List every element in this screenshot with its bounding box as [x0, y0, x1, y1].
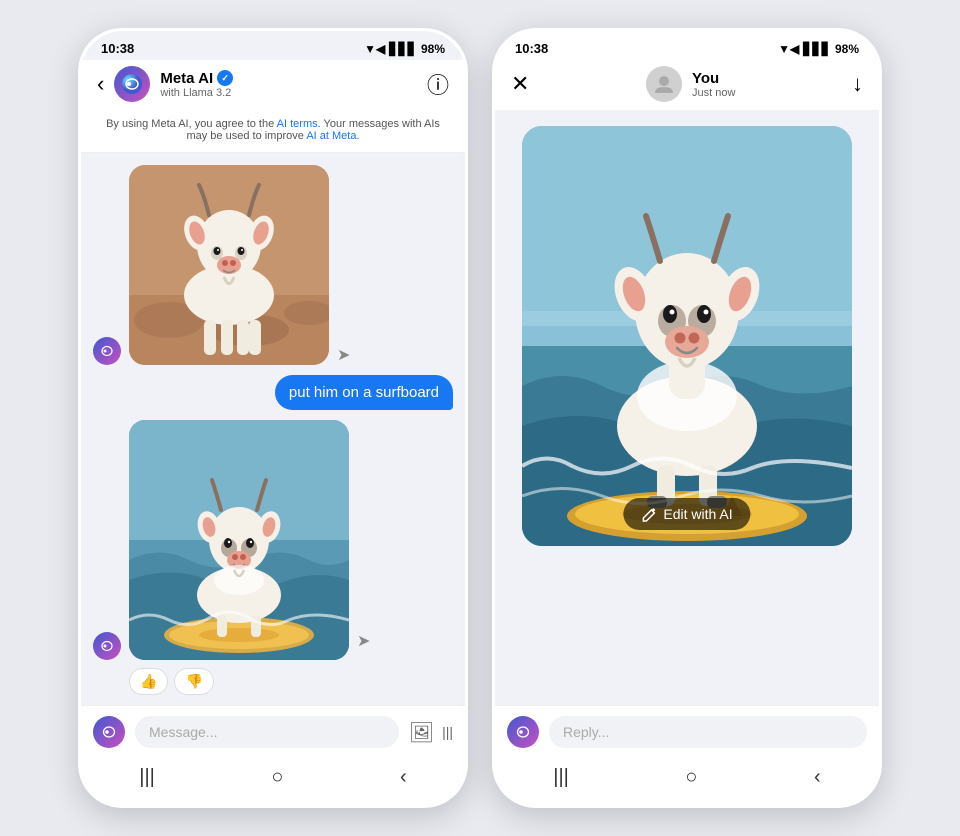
chat-title-1: Meta AI ✓	[160, 70, 233, 87]
status-bar-1: 10:38 ▼◀ ▋▋▋ 98%	[81, 31, 465, 60]
user-bubble: put him on a surfboard	[275, 375, 453, 410]
download-button[interactable]: ↓	[852, 71, 863, 97]
user-avatar	[646, 66, 682, 102]
chat-subtitle-1: with Llama 3.2	[160, 87, 233, 99]
back-nav-icon-2[interactable]: ‹	[814, 766, 821, 789]
input-avatar-2	[507, 716, 539, 748]
ai-message-2-row: 👍 👎 ➤	[93, 420, 453, 695]
chat-area-1: ➤ put him on a surfboard	[81, 153, 465, 705]
edit-ai-button[interactable]: Edit with AI	[623, 498, 750, 530]
image-input-icon[interactable]: 🖼	[409, 720, 434, 745]
signal-icon: ▼◀	[364, 42, 385, 56]
status-bar-2: 10:38 ▼◀ ▋▋▋ 98%	[495, 31, 879, 60]
home-nav-icon-2[interactable]: ○	[685, 766, 697, 789]
message-input[interactable]: Message...	[135, 716, 399, 748]
menu-nav-icon-2[interactable]: |||	[553, 766, 569, 789]
bottom-nav-1: ||| ○ ‹	[81, 758, 465, 805]
chat-title-2: You	[692, 70, 735, 87]
signal-icon-2: ▼◀	[778, 42, 799, 56]
close-button[interactable]: ✕	[511, 71, 529, 97]
image-view-area: Edit with AI	[495, 110, 879, 705]
time-2: 10:38	[515, 41, 548, 56]
meta-link[interactable]: AI at Meta	[306, 130, 356, 142]
back-nav-icon[interactable]: ‹	[400, 766, 407, 789]
home-nav-icon[interactable]: ○	[271, 766, 283, 789]
chat-subtitle-2: Just now	[692, 87, 735, 99]
wifi-bars-2: ▋▋▋	[803, 42, 831, 56]
goat-surfboard-image-small[interactable]	[129, 420, 349, 660]
ai-terms-link[interactable]: AI terms	[277, 118, 318, 130]
thumbs-down-button[interactable]: 👎	[174, 668, 213, 695]
nav-bar-2: ✕ You Just now ↓	[495, 60, 879, 110]
phone-2: 10:38 ▼◀ ▋▋▋ 98% ✕	[492, 28, 882, 808]
meta-ai-avatar	[114, 66, 150, 102]
send-indicator-2: ➤	[357, 631, 370, 651]
time-1: 10:38	[101, 41, 134, 56]
reply-input[interactable]: Reply...	[549, 716, 867, 748]
input-bar-2: Reply...	[495, 705, 879, 758]
consent-banner: By using Meta AI, you agree to the AI te…	[81, 110, 465, 153]
phone-1: 10:38 ▼◀ ▋▋▋ 98% ‹	[78, 28, 468, 808]
ai-message-1: ➤	[93, 165, 453, 365]
battery-level: 98%	[421, 42, 445, 56]
voice-input-icon[interactable]: |||	[442, 724, 453, 740]
input-bar-1: Message... 🖼 |||	[81, 705, 465, 758]
user-message: put him on a surfboard	[93, 375, 453, 410]
back-button[interactable]: ‹	[97, 71, 104, 97]
info-button[interactable]: ⓘ	[427, 68, 449, 100]
input-avatar-1	[93, 716, 125, 748]
ai-avatar-small	[93, 337, 121, 365]
menu-nav-icon[interactable]: |||	[139, 766, 155, 789]
nav-bar-1: ‹	[81, 60, 465, 110]
wifi-bars: ▋▋▋	[389, 42, 417, 56]
battery-level-2: 98%	[835, 42, 859, 56]
thumbs-up-button[interactable]: 👍	[129, 668, 168, 695]
goat-surfboard-large[interactable]: Edit with AI	[522, 126, 852, 546]
verified-icon: ✓	[217, 70, 233, 86]
bottom-nav-2: ||| ○ ‹	[495, 758, 879, 805]
edit-ai-label: Edit with AI	[663, 506, 732, 522]
reaction-bar: 👍 👎	[129, 668, 349, 695]
send-indicator-1: ➤	[337, 345, 350, 365]
ai-avatar-small-2	[93, 632, 121, 660]
goat-original-image[interactable]	[129, 165, 329, 365]
ai-message-2	[93, 420, 349, 660]
